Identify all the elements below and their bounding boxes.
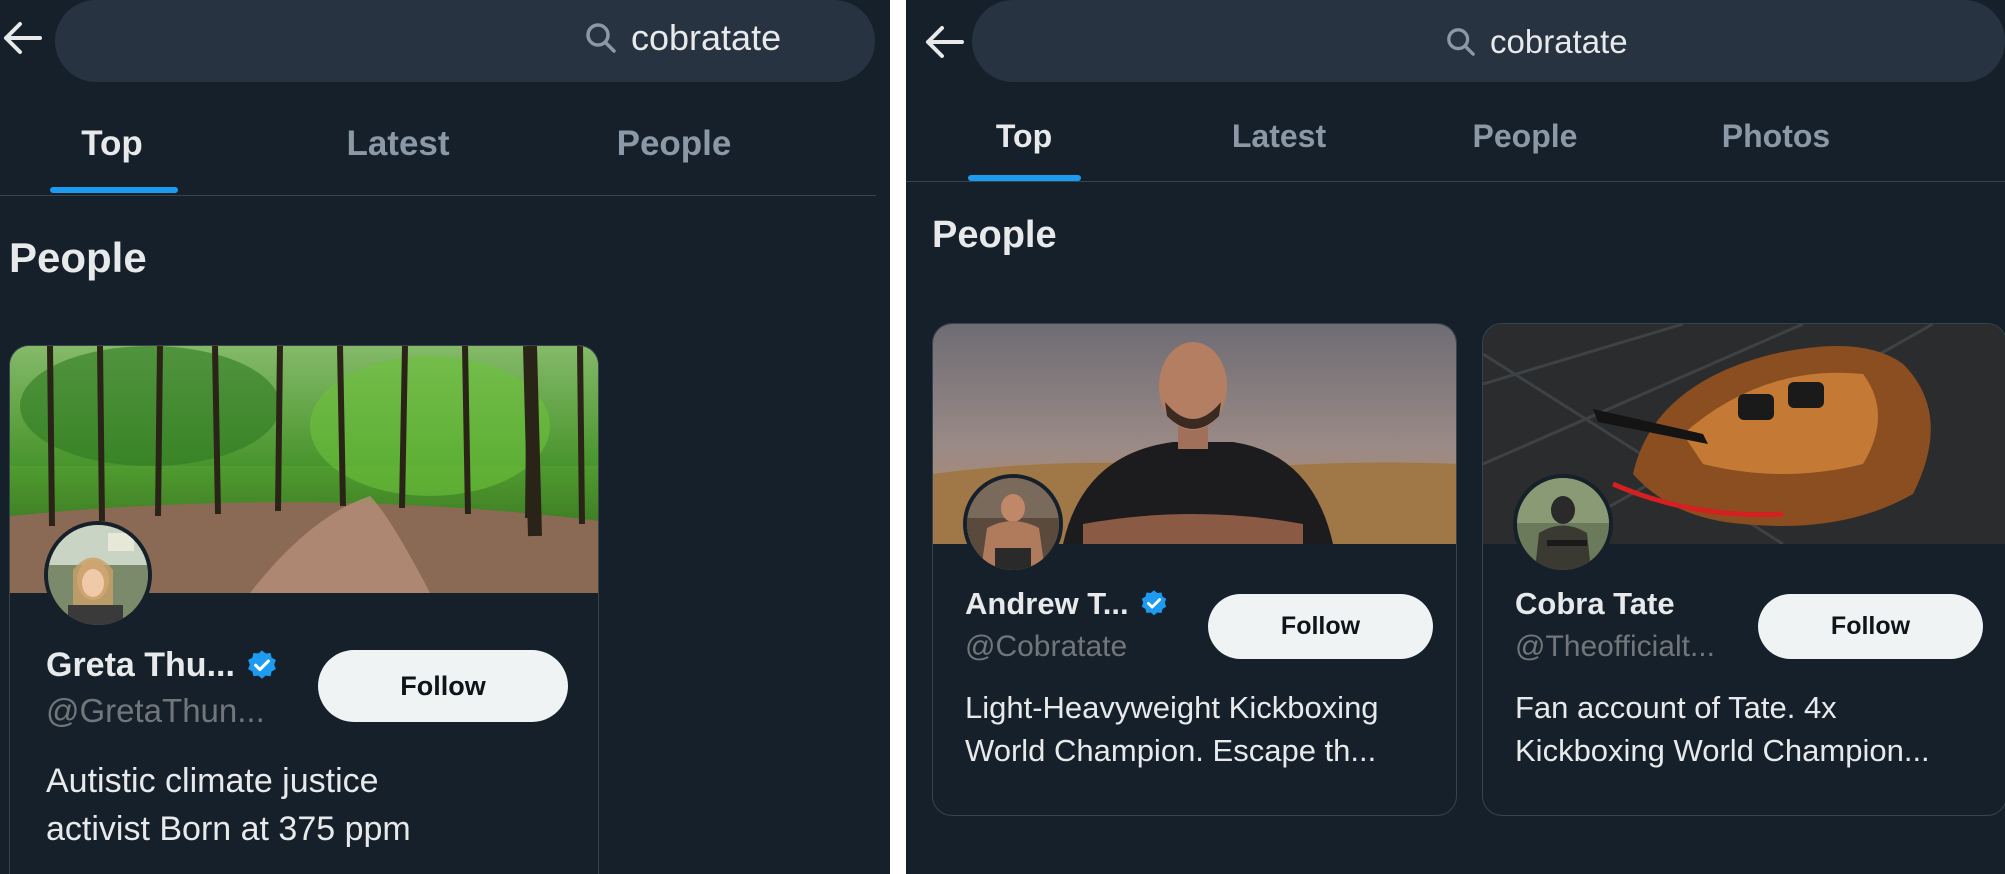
section-title-people: People [9, 234, 147, 281]
search-query[interactable]: cobratate [1446, 20, 1628, 64]
user-handle: @Cobratate [965, 630, 1128, 663]
screenshot-divider [890, 0, 906, 874]
tab-photos[interactable]: Photos [1722, 118, 1830, 155]
follow-button[interactable]: Follow [1208, 594, 1433, 659]
arrow-left-icon [926, 26, 964, 58]
arrow-left-icon [4, 22, 42, 54]
user-card-andrew[interactable]: Andrew T... @Cobratate Follow Light-Heav… [932, 323, 1457, 816]
tab-top[interactable]: Top [81, 124, 143, 164]
bio-line: activist Born at 375 ppm [46, 809, 411, 848]
verified-badge-icon [1141, 590, 1166, 616]
follow-button[interactable]: Follow [318, 650, 568, 722]
user-bio: Autistic climate justice activist Born a… [46, 758, 411, 853]
user-name[interactable]: Andrew T... [965, 586, 1169, 622]
tabs-divider [906, 181, 2005, 182]
section-title-people: People [932, 214, 1057, 256]
left-screenshot-panel: cobratate Top Latest People People Greta… [0, 0, 890, 874]
bio-line: World Champion. Escape th... [965, 733, 1377, 769]
tab-people[interactable]: People [617, 124, 732, 164]
active-tab-indicator [50, 187, 178, 193]
search-query-text: cobratate [1490, 23, 1628, 60]
bio-line: Light-Heavyweight Kickboxing [965, 690, 1379, 725]
search-icon [1447, 28, 1475, 56]
user-handle: @GretaThun... [46, 692, 265, 729]
search-query[interactable]: cobratate [585, 16, 781, 60]
user-name-text: Greta Thu... [46, 646, 235, 684]
avatar[interactable] [1513, 474, 1613, 574]
bio-line: Fan account of Tate. 4x [1515, 690, 1837, 725]
tab-people[interactable]: People [1473, 118, 1578, 155]
verified-badge-icon [248, 649, 276, 679]
user-bio: Fan account of Tate. 4x Kickboxing World… [1515, 686, 1930, 773]
avatar[interactable] [963, 474, 1063, 574]
user-card-cobra-tate[interactable]: Cobra Tate @Theofficialt... Follow Fan a… [1482, 323, 2005, 816]
right-screenshot-panel: cobratate Top Latest People Photos Peopl… [906, 0, 2005, 874]
user-card-greta[interactable]: Greta Thu... @GretaThun... Follow Autist… [9, 345, 599, 874]
back-button[interactable] [922, 20, 966, 64]
user-handle: @Theofficialt... [1515, 630, 1715, 663]
user-name-text: Cobra Tate [1515, 586, 1675, 621]
tab-top[interactable]: Top [996, 118, 1052, 155]
follow-button[interactable]: Follow [1758, 594, 1983, 659]
tab-latest[interactable]: Latest [346, 124, 449, 164]
user-name[interactable]: Cobra Tate [1515, 586, 1675, 622]
user-bio: Light-Heavyweight Kickboxing World Champ… [965, 686, 1379, 773]
bio-line: Autistic climate justice [46, 762, 379, 800]
user-name-text: Andrew T... [965, 586, 1129, 621]
tab-latest[interactable]: Latest [1232, 118, 1326, 155]
search-query-text: cobratate [631, 17, 782, 58]
user-name[interactable]: Greta Thu... [46, 646, 279, 685]
avatar[interactable] [44, 521, 152, 629]
tabs-divider [0, 195, 876, 196]
bio-line: Kickboxing World Champion... [1515, 733, 1930, 769]
search-icon [586, 23, 616, 53]
back-button[interactable] [0, 16, 44, 60]
